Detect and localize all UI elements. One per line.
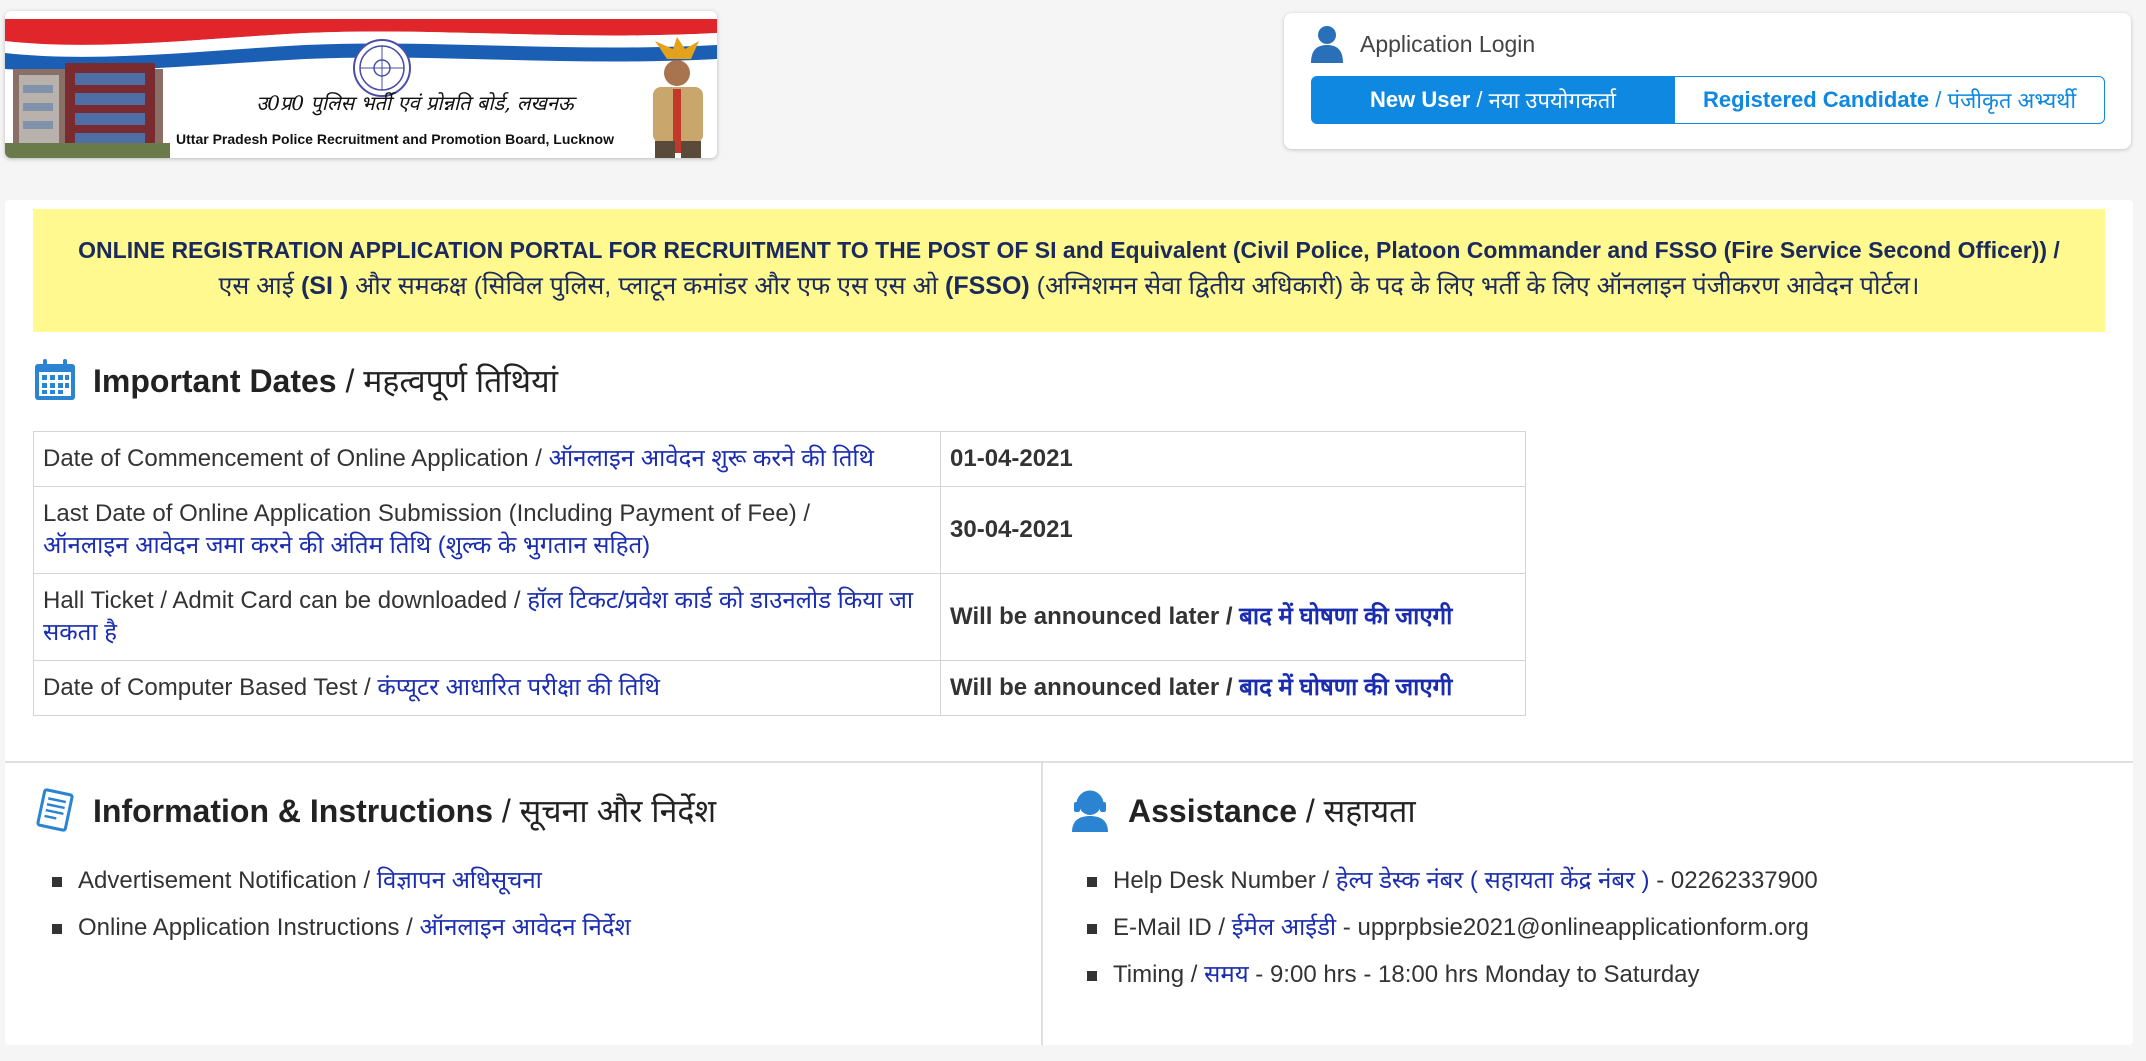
support-agent-icon [1072,790,1108,832]
date-value: 01-04-2021 [940,431,1526,487]
banner-hindi-line: एस आई (SI ) और समकक्ष (सिविल पुलिस, प्ला… [218,272,1920,300]
registered-candidate-button[interactable]: Registered Candidate / पंजीकृत अभ्यर्थी [1675,76,2105,124]
assistance-list: Help Desk Number / हेल्प डेस्क नंबर ( सह… [1085,864,1818,1005]
date-label: Hall Ticket / Admit Card can be download… [33,573,941,661]
board-logo: उ0प्र0 पुलिस भर्ती एवं प्रोन्नति बोर्ड, … [5,11,717,158]
assistance-title: Assistance / सहायता [1128,792,1416,829]
table-row: Date of Commencement of Online Applicati… [33,431,1526,487]
portal-banner: ONLINE REGISTRATION APPLICATION PORTAL F… [33,209,2105,332]
important-dates-title: Important Dates / महत्वपूर्ण तिथियां [93,362,558,399]
emblem-icon [353,39,411,97]
list-item[interactable]: Online Application Instructions / ऑनलाइन… [50,911,631,958]
assistance-heading: Assistance / सहायता [1068,788,1416,832]
login-header: Application Login [1310,25,1535,63]
information-heading: Information & Instructions / सूचना और नि… [33,788,716,832]
registered-label-en: Registered Candidate [1702,87,1930,112]
column-divider [1041,761,1043,1045]
list-item: Timing / समय - 9:00 hrs - 18:00 hrs Mond… [1085,958,1818,1005]
user-icon [1311,26,1343,63]
date-value: Will be announced later / बाद में घोषणा … [940,573,1526,661]
date-label: Last Date of Online Application Submissi… [33,486,941,574]
date-label: Date of Computer Based Test / कंप्यूटर आ… [33,660,941,716]
table-row: Last Date of Online Application Submissi… [33,486,1526,574]
login-title: Application Login [1360,30,1536,57]
new-user-button[interactable]: New User / नया उपयोगकर्ता [1311,76,1675,124]
document-icon [36,788,74,832]
logo-hindi-text: उ0प्र0 पुलिस भर्ती एवं प्रोन्नति बोर्ड, … [256,91,574,115]
new-user-label-hi: नया उपयोगकर्ता [1488,88,1616,113]
new-user-label-en: New User [1370,87,1471,112]
registered-label-hi: पंजीकृत अभ्यर्थी [1947,88,2077,113]
logo-english-text: Uttar Pradesh Police Recruitment and Pro… [176,131,614,147]
date-value: Will be announced later / बाद में घोषणा … [940,660,1526,716]
important-dates-heading: Important Dates / महत्वपूर्ण तिथियां [33,358,558,402]
application-login-card: Application Login New User / नया उपयोगकर… [1284,13,2131,149]
calendar-icon [35,359,75,400]
banner-english-line: ONLINE REGISTRATION APPLICATION PORTAL F… [78,237,2060,263]
information-list: Advertisement Notification / विज्ञापन अध… [50,864,631,958]
table-row: Date of Computer Based Test / कंप्यूटर आ… [33,660,1526,716]
section-divider [5,761,2133,763]
advertisement-notification-link[interactable]: विज्ञापन अधिसूचना [377,867,542,894]
important-dates-table: Date of Commencement of Online Applicati… [33,431,1526,716]
list-item: E-Mail ID / ईमेल आईडी - upprpbsie2021@on… [1085,911,1818,958]
information-title: Information & Instructions / सूचना और नि… [93,792,717,829]
login-button-group: New User / नया उपयोगकर्ता Registered Can… [1311,76,2105,124]
date-label: Date of Commencement of Online Applicati… [33,431,941,487]
list-item: Help Desk Number / हेल्प डेस्क नंबर ( सह… [1085,864,1818,911]
main-panel: ONLINE REGISTRATION APPLICATION PORTAL F… [5,200,2133,1045]
table-row: Hall Ticket / Admit Card can be download… [33,573,1526,661]
date-value: 30-04-2021 [940,486,1526,574]
online-application-instructions-link[interactable]: ऑनलाइन आवेदन निर्देश [420,914,631,941]
list-item[interactable]: Advertisement Notification / विज्ञापन अध… [50,864,631,911]
